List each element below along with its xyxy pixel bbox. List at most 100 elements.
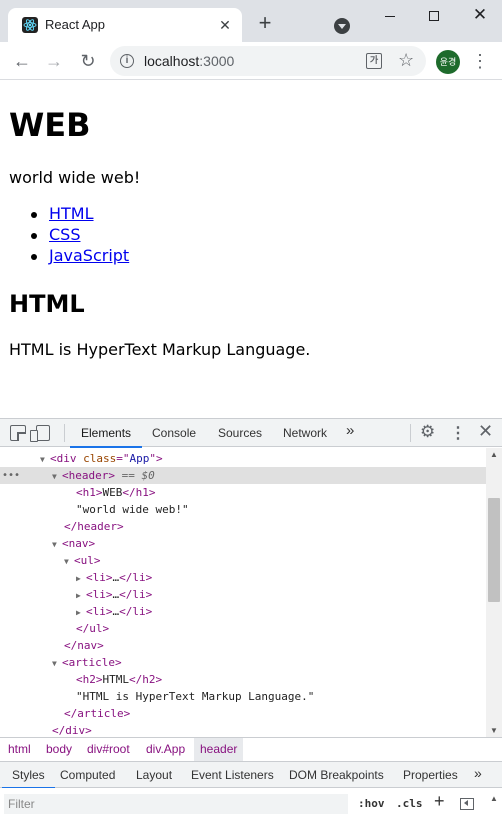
breadcrumb-div-app[interactable]: div.App <box>140 738 191 761</box>
more-tabs-icon[interactable]: » <box>346 422 354 439</box>
dom-node-nav[interactable]: ▼ <nav> <box>0 535 486 552</box>
dom-node-header-close[interactable]: </header> <box>0 518 486 535</box>
dom-node-text[interactable]: "world wide web!" <box>0 501 486 518</box>
filter-input[interactable] <box>4 794 348 814</box>
dom-tag: </h1> <box>122 486 156 499</box>
breadcrumb-div-root[interactable]: div#root <box>81 738 136 761</box>
dom-node-article-close[interactable]: </article> <box>0 705 486 722</box>
link-javascript[interactable]: JavaScript <box>49 246 129 265</box>
tab-computed[interactable]: Computed <box>50 762 125 788</box>
window-minimize-button[interactable] <box>368 0 412 30</box>
breadcrumb-html[interactable]: html <box>2 738 37 761</box>
dom-tag: </ul> <box>76 622 110 635</box>
tab-event-listeners[interactable]: Event Listeners <box>181 762 284 788</box>
tab-elements[interactable]: Elements <box>70 419 143 448</box>
browser-tab[interactable]: React App ✕ <box>8 8 242 42</box>
window-maximize-button[interactable] <box>412 0 456 30</box>
dom-tree: ▼ <div class="App"> ••• ▼ <header> == $0 <h… <box>0 448 486 737</box>
scroll-up-icon[interactable]: ▲ <box>490 450 498 459</box>
more-subtabs-icon[interactable]: » <box>474 765 482 781</box>
tab-sources[interactable]: Sources <box>207 419 273 447</box>
tab-search-icon[interactable] <box>334 18 350 34</box>
dom-attr-value: App <box>129 452 150 465</box>
add-rule-icon[interactable]: + <box>434 791 445 812</box>
gear-icon[interactable]: ⚙ <box>420 422 435 442</box>
profile-avatar[interactable]: 윤경 <box>436 50 460 74</box>
device-toolbar-icon[interactable] <box>30 425 50 442</box>
dom-tag: <li> <box>86 605 113 618</box>
url-text[interactable]: localhost:3000 <box>144 53 234 69</box>
tab-properties[interactable]: Properties <box>393 762 468 788</box>
collapse-triangle-icon[interactable]: ▶ <box>76 604 86 621</box>
expand-triangle-icon[interactable]: ▼ <box>40 451 50 468</box>
list-item: CSS <box>9 225 129 246</box>
address-bar[interactable]: i localhost:3000 가 ☆ <box>110 46 426 76</box>
scrollbar-thumb[interactable] <box>488 498 500 602</box>
translate-icon[interactable]: 가 <box>366 53 382 69</box>
dom-node-ul[interactable]: ▼ <ul> <box>0 552 486 569</box>
dom-node-ul-close[interactable]: </ul> <box>0 620 486 637</box>
expand-triangle-icon[interactable]: ▼ <box>52 536 62 553</box>
toggle-sidebar-icon[interactable] <box>460 798 474 810</box>
site-info-icon[interactable]: i <box>120 54 134 68</box>
dom-node-li[interactable]: ▶ <li>…</li> <box>0 586 486 603</box>
tab-styles[interactable]: Styles <box>2 762 55 789</box>
tab-close-icon[interactable]: ✕ <box>216 16 234 34</box>
expand-triangle-icon[interactable]: ▼ <box>52 655 62 672</box>
link-html[interactable]: HTML <box>49 204 94 223</box>
dom-tag: <ul> <box>74 554 101 567</box>
divider <box>64 424 65 442</box>
dom-tag: </li> <box>119 605 153 618</box>
class-toggle[interactable]: .cls <box>396 797 423 810</box>
dom-node-header[interactable]: ••• ▼ <header> == $0 <box>0 467 486 484</box>
close-devtools-icon[interactable]: ✕ <box>478 421 493 442</box>
expand-triangle-icon[interactable]: ▼ <box>52 468 62 485</box>
dom-tag: <li> <box>86 571 113 584</box>
browser-menu-icon[interactable]: ⋮ <box>470 50 490 74</box>
scroll-down-icon[interactable]: ▼ <box>490 726 498 735</box>
breadcrumb-body[interactable]: body <box>40 738 78 761</box>
expand-triangle-icon[interactable]: ▼ <box>64 553 74 570</box>
dom-node-div-close[interactable]: </div> <box>0 722 486 737</box>
tab-dom-breakpoints[interactable]: DOM Breakpoints <box>279 762 394 788</box>
dom-node-h2[interactable]: <h2>HTML</h2> <box>0 671 486 688</box>
devtools-menu-icon[interactable]: ⋮ <box>450 423 466 443</box>
collapse-triangle-icon[interactable]: ▶ <box>76 570 86 587</box>
dom-node-text[interactable]: "HTML is HyperText Markup Language." <box>0 688 486 705</box>
browser-tab-strip: React App ✕ + ✕ <box>0 0 502 42</box>
url-host: localhost <box>144 53 200 69</box>
styles-filter-bar: :hov .cls + ▲ <box>0 788 502 819</box>
dom-node-li[interactable]: ▶ <li>…</li> <box>0 603 486 620</box>
list-item: HTML <box>9 204 129 225</box>
dom-tag: "> <box>149 452 163 465</box>
inspect-element-icon[interactable] <box>10 425 26 441</box>
page-heading: WEB <box>9 106 91 144</box>
breadcrumb-header[interactable]: header <box>194 738 244 761</box>
link-css[interactable]: CSS <box>49 225 80 244</box>
collapse-triangle-icon[interactable]: ▶ <box>76 587 86 604</box>
bookmark-star-icon[interactable]: ☆ <box>398 50 414 71</box>
dom-tag: =" <box>116 452 130 465</box>
dom-node-nav-close[interactable]: </nav> <box>0 637 486 654</box>
dom-tag: <h2> <box>76 673 103 686</box>
scroll-up-icon[interactable]: ▲ <box>486 794 502 803</box>
dom-node-div-app[interactable]: ▼ <div class="App"> <box>0 450 486 467</box>
tab-network[interactable]: Network <box>272 419 338 447</box>
reload-button[interactable]: ↻ <box>76 49 100 73</box>
window-close-button[interactable]: ✕ <box>458 0 502 30</box>
dom-node-h1[interactable]: <h1>WEB</h1> <box>0 484 486 501</box>
dom-node-article[interactable]: ▼ <article> <box>0 654 486 671</box>
forward-button[interactable]: → <box>42 49 66 73</box>
back-button[interactable]: ← <box>10 49 34 73</box>
tab-layout[interactable]: Layout <box>126 762 182 788</box>
dom-tag: </article> <box>64 707 131 720</box>
node-actions-icon[interactable]: ••• <box>2 467 20 484</box>
dom-tag: <div <box>50 452 84 465</box>
dom-tree-scrollbar[interactable]: ▲ ▼ <box>486 448 502 737</box>
new-tab-button[interactable]: + <box>254 12 276 35</box>
page-subtitle: world wide web! <box>9 168 141 187</box>
tab-console[interactable]: Console <box>141 419 207 447</box>
dom-attr-name: class <box>83 452 117 465</box>
dom-node-li[interactable]: ▶ <li>…</li> <box>0 569 486 586</box>
hover-state-toggle[interactable]: :hov <box>358 797 385 810</box>
